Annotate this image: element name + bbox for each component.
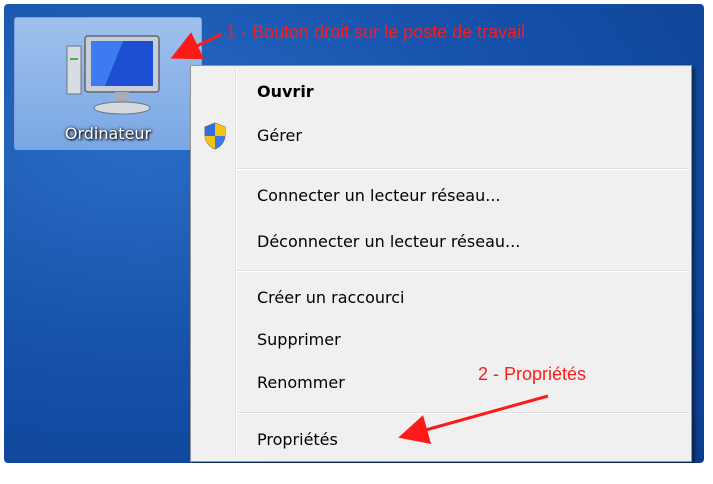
annotation-arrow-1 <box>170 32 223 60</box>
desktop-background: Ordinateur Ouvrir Gérer Connecter un lec… <box>4 4 704 463</box>
annotation-arrows <box>170 32 549 445</box>
annotation-arrow-2 <box>398 394 549 445</box>
